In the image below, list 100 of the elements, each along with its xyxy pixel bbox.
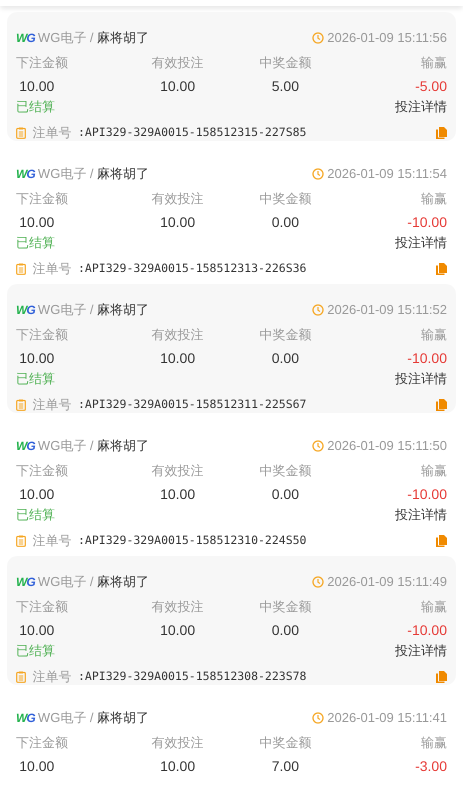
column-label: 中奖金额 (259, 327, 312, 342)
clipboard-icon (16, 398, 26, 410)
order-number: :API329-329A0015-158512310-224S50 (78, 532, 306, 549)
column-label: 输赢 (421, 735, 447, 750)
amount-value: 10.00 (160, 486, 196, 502)
order-number: :API329-329A0015-158512313-226S36 (78, 260, 306, 277)
clock-icon (312, 168, 324, 180)
column-label: 下注金额 (16, 735, 68, 750)
column-label: 输赢 (421, 55, 447, 70)
column-label: 有效投注 (152, 463, 204, 478)
copy-icon[interactable] (436, 126, 447, 138)
amount-value: 10.00 (19, 486, 54, 502)
status-text: 已结算 (16, 98, 55, 116)
column-label: 有效投注 (152, 191, 204, 206)
amount-value: 10.00 (19, 758, 54, 774)
details-link[interactable]: 投注详情 (395, 368, 447, 388)
column-label: 有效投注 (152, 735, 204, 750)
amount-value: 0.00 (272, 214, 299, 230)
column-label: 下注金额 (16, 55, 68, 70)
amount-value: 0.00 (272, 486, 299, 502)
copy-icon[interactable] (436, 534, 447, 546)
clipboard-icon (16, 262, 26, 274)
copy-icon[interactable] (436, 670, 447, 682)
amount-value: 10.00 (160, 78, 196, 94)
column-label: 输赢 (421, 191, 447, 206)
clock-icon (312, 712, 324, 724)
column-label: 输赢 (421, 327, 447, 342)
amount-value: 10.00 (19, 78, 54, 94)
clock-icon (312, 304, 324, 316)
amount-value: 0.00 (272, 350, 299, 366)
logo: WG (16, 302, 35, 318)
column-label: 有效投注 (152, 55, 204, 70)
game-name: 麻将胡了 (97, 438, 150, 453)
column-label: 中奖金额 (259, 599, 312, 614)
column-label: 输赢 (421, 599, 447, 614)
amount-value: -3.00 (415, 758, 447, 774)
amount-value: 10.00 (19, 214, 54, 230)
logo: WG (16, 30, 35, 46)
logo: WG (16, 574, 35, 590)
bet-time: 2026-01-09 15:11:52 (327, 300, 447, 319)
amount-value: 7.00 (272, 758, 299, 774)
amount-value: 0.00 (272, 622, 299, 638)
details-link[interactable]: 投注详情 (395, 232, 447, 252)
clipboard-icon (16, 534, 26, 546)
details-link[interactable]: 投注详情 (395, 504, 447, 524)
column-label: 中奖金额 (259, 463, 312, 478)
order-number: :API329-329A0015-158512308-223S78 (78, 668, 306, 685)
game-name: 麻将胡了 (97, 574, 150, 589)
amount-value: -10.00 (407, 622, 447, 638)
order-number: :API329-329A0015-158512315-227S85 (78, 124, 306, 141)
column-label: 中奖金额 (259, 735, 312, 750)
column-label: 有效投注 (152, 599, 204, 614)
clock-icon (312, 32, 324, 44)
logo: WG (16, 166, 35, 182)
amount-value: 10.00 (160, 350, 196, 366)
order-label: 注单号 (32, 532, 72, 550)
amount-value: -5.00 (415, 78, 447, 94)
provider-name: WG电子 / (38, 166, 94, 181)
column-label: 输赢 (421, 463, 447, 478)
bet-time: 2026-01-09 15:11:49 (327, 572, 447, 591)
copy-icon[interactable] (436, 262, 447, 274)
amount-value: 5.00 (272, 78, 299, 94)
column-label: 中奖金额 (259, 55, 312, 70)
provider-name: WG电子 / (38, 574, 94, 589)
amount-value: 10.00 (160, 758, 196, 774)
column-label: 下注金额 (16, 599, 68, 614)
order-label: 注单号 (32, 668, 72, 686)
bet-time: 2026-01-09 15:11:54 (327, 164, 447, 183)
amount-value: 10.00 (19, 350, 54, 366)
logo: WG (16, 438, 35, 454)
bet-time: 2026-01-09 15:11:41 (327, 708, 447, 727)
column-label: 下注金额 (16, 463, 68, 478)
amount-value: -10.00 (407, 350, 447, 366)
status-text: 已结算 (16, 642, 55, 660)
game-name: 麻将胡了 (97, 30, 150, 45)
amount-value: 10.00 (160, 622, 196, 638)
column-label: 下注金额 (16, 327, 68, 342)
bet-time: 2026-01-09 15:11:56 (327, 28, 447, 47)
bet-time: 2026-01-09 15:11:50 (327, 436, 447, 455)
column-label: 下注金额 (16, 191, 68, 206)
logo: WG (16, 710, 35, 726)
provider-name: WG电子 / (38, 302, 94, 317)
order-label: 注单号 (32, 260, 72, 278)
provider-name: WG电子 / (38, 710, 94, 725)
clock-icon (312, 576, 324, 588)
status-text: 已结算 (16, 370, 55, 388)
amount-value: 10.00 (160, 214, 196, 230)
order-number: :API329-329A0015-158512311-225S67 (78, 396, 306, 413)
copy-icon[interactable] (436, 398, 447, 410)
amount-value: 10.00 (19, 622, 54, 638)
provider-name: WG电子 / (38, 30, 94, 45)
column-label: 有效投注 (152, 327, 204, 342)
amount-value: -10.00 (407, 214, 447, 230)
details-link[interactable]: 投注详情 (395, 640, 447, 660)
provider-name: WG电子 / (38, 438, 94, 453)
details-link[interactable]: 投注详情 (395, 96, 447, 116)
game-name: 麻将胡了 (97, 710, 150, 725)
order-label: 注单号 (32, 396, 72, 414)
clock-icon (312, 440, 324, 452)
status-text: 已结算 (16, 506, 55, 524)
